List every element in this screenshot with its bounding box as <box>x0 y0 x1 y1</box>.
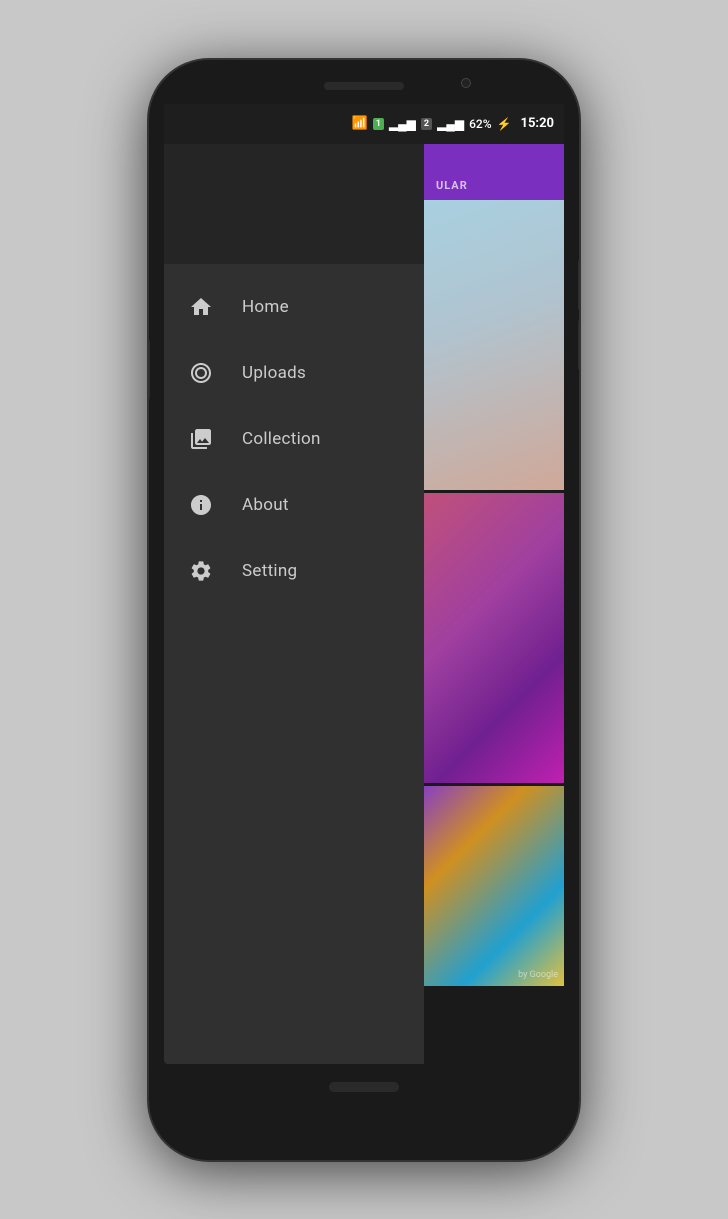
front-camera <box>461 78 471 88</box>
nav-item-about[interactable]: About <box>164 472 424 538</box>
collection-icon <box>188 426 214 452</box>
image-item-2 <box>424 493 564 783</box>
speaker-grille <box>324 82 404 90</box>
collection-label: Collection <box>242 429 321 449</box>
home-icon <box>188 294 214 320</box>
nav-menu: Home Uploads <box>164 264 424 604</box>
battery-percent: 62% <box>469 117 491 131</box>
signal2-bars: ▂▄▆ <box>437 117 464 131</box>
signal1-bars: ▂▄▆ <box>389 117 416 131</box>
sim1-badge: 1 <box>373 118 384 130</box>
nav-drawer: Home Uploads <box>164 144 424 1064</box>
nav-item-home[interactable]: Home <box>164 274 424 340</box>
image-grid: by Google <box>424 200 564 986</box>
power-button[interactable] <box>149 340 150 400</box>
phone-device: 📶 1 ▂▄▆ 2 ▂▄▆ 62% ⚡ 15:20 <box>149 60 579 1160</box>
main-app-header: ULAR <box>424 144 564 200</box>
volume-button-down[interactable] <box>578 320 579 370</box>
image-item-3: by Google <box>424 786 564 986</box>
popular-label: ULAR <box>436 151 468 192</box>
sim2-badge: 2 <box>421 118 432 130</box>
status-bar: 📶 1 ▂▄▆ 2 ▂▄▆ 62% ⚡ 15:20 <box>164 104 564 144</box>
home-button[interactable] <box>329 1082 399 1092</box>
setting-label: Setting <box>242 561 297 581</box>
time-display: 15:20 <box>521 116 555 131</box>
main-content: ULAR by Google <box>424 144 564 1064</box>
uploads-label: Uploads <box>242 363 306 383</box>
about-icon <box>188 492 214 518</box>
screen-content: Home Uploads <box>164 144 564 1064</box>
about-label: About <box>242 495 289 515</box>
uploads-icon <box>188 360 214 386</box>
nav-item-uploads[interactable]: Uploads <box>164 340 424 406</box>
drawer-header <box>164 144 424 264</box>
setting-icon <box>188 558 214 584</box>
home-label: Home <box>242 297 289 317</box>
watermark: by Google <box>518 970 558 980</box>
phone-bottom <box>329 1064 399 1160</box>
nav-item-collection[interactable]: Collection <box>164 406 424 472</box>
wifi-icon: 📶 <box>352 116 368 131</box>
battery-icon: ⚡ <box>497 117 512 131</box>
volume-button-up[interactable] <box>578 260 579 310</box>
status-icons: 📶 1 ▂▄▆ 2 ▂▄▆ 62% ⚡ 15:20 <box>352 116 554 131</box>
nav-item-setting[interactable]: Setting <box>164 538 424 604</box>
image-item-1 <box>424 200 564 490</box>
phone-screen: 📶 1 ▂▄▆ 2 ▂▄▆ 62% ⚡ 15:20 <box>164 104 564 1064</box>
